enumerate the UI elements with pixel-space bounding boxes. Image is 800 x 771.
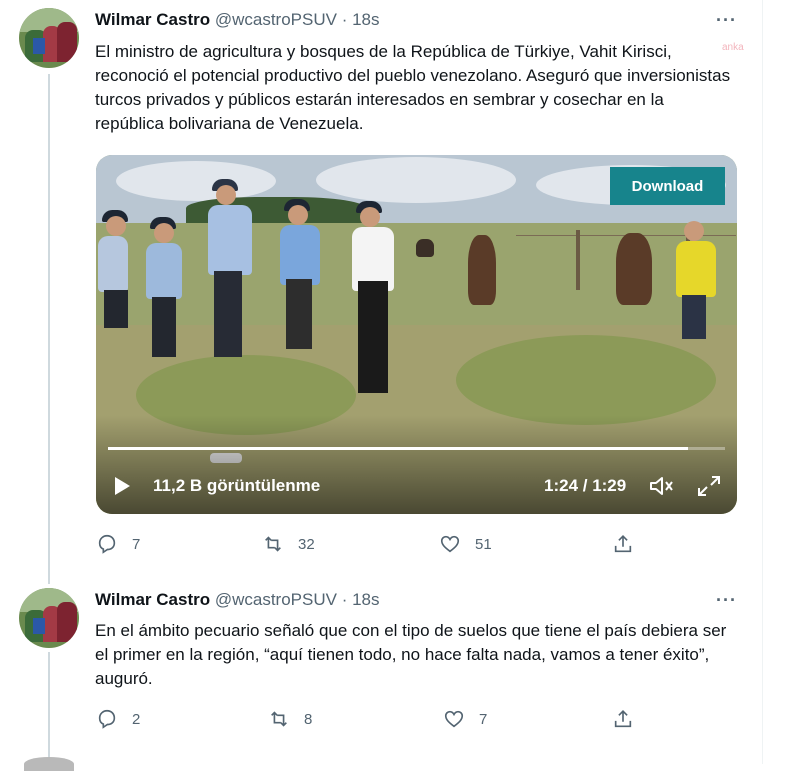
reply-button[interactable]: 7 (96, 533, 140, 555)
reply-icon (98, 709, 116, 729)
retweet-button[interactable]: 8 (268, 708, 312, 730)
download-button[interactable]: Download (610, 167, 725, 205)
thread-connector (48, 74, 50, 584)
more-options-button[interactable]: ··· (716, 590, 737, 611)
like-count: 7 (479, 710, 488, 728)
heart-icon (440, 535, 460, 553)
retweet-count: 32 (298, 535, 315, 553)
play-icon[interactable] (110, 474, 134, 498)
reply-button[interactable]: 2 (96, 708, 140, 730)
heart-icon (444, 710, 464, 728)
author-handle-time[interactable]: @wcastroPSUV · 18s (215, 590, 380, 609)
author-handle-time[interactable]: @wcastroPSUV · 18s (215, 10, 380, 29)
video-player[interactable]: Download 11,2 B görüntülenme 1:24 / 1:29 (96, 155, 737, 514)
volume-icon[interactable] (648, 474, 676, 498)
tweet-text: En el ámbito pecuario señaló que con el … (95, 621, 727, 688)
like-count: 51 (475, 535, 492, 553)
reply-icon (98, 534, 116, 554)
avatar[interactable] (19, 588, 79, 648)
tweet-header: Wilmar Castro @wcastroPSUV · 18s (95, 10, 379, 30)
timeline-border (762, 0, 763, 764)
video-progress-fill (108, 447, 688, 450)
share-button[interactable] (612, 533, 648, 555)
author-name[interactable]: Wilmar Castro (95, 590, 210, 609)
share-icon (614, 710, 632, 728)
avatar[interactable] (19, 8, 79, 68)
tweet-header: Wilmar Castro @wcastroPSUV · 18s (95, 590, 379, 610)
share-button[interactable] (612, 708, 648, 730)
retweet-icon (271, 711, 287, 727)
reply-count: 2 (132, 710, 141, 728)
retweet-icon (265, 536, 281, 552)
like-button[interactable]: 7 (443, 708, 487, 730)
video-time: 1:24 / 1:29 (544, 476, 627, 495)
reply-count: 7 (132, 535, 141, 553)
video-progress-bar[interactable] (108, 447, 725, 450)
more-options-button[interactable]: ··· (716, 10, 737, 31)
retweet-button[interactable]: 32 (262, 533, 315, 555)
share-icon (614, 535, 632, 553)
author-name[interactable]: Wilmar Castro (95, 10, 210, 29)
retweet-count: 8 (304, 710, 313, 728)
fullscreen-icon[interactable] (696, 474, 722, 498)
like-button[interactable]: 51 (439, 533, 492, 555)
thread-connector (48, 652, 50, 764)
avatar[interactable] (24, 757, 74, 771)
tweet-text: El ministro de agricultura y bosques de … (95, 42, 731, 133)
view-count: 11,2 B görüntülenme (153, 476, 321, 495)
